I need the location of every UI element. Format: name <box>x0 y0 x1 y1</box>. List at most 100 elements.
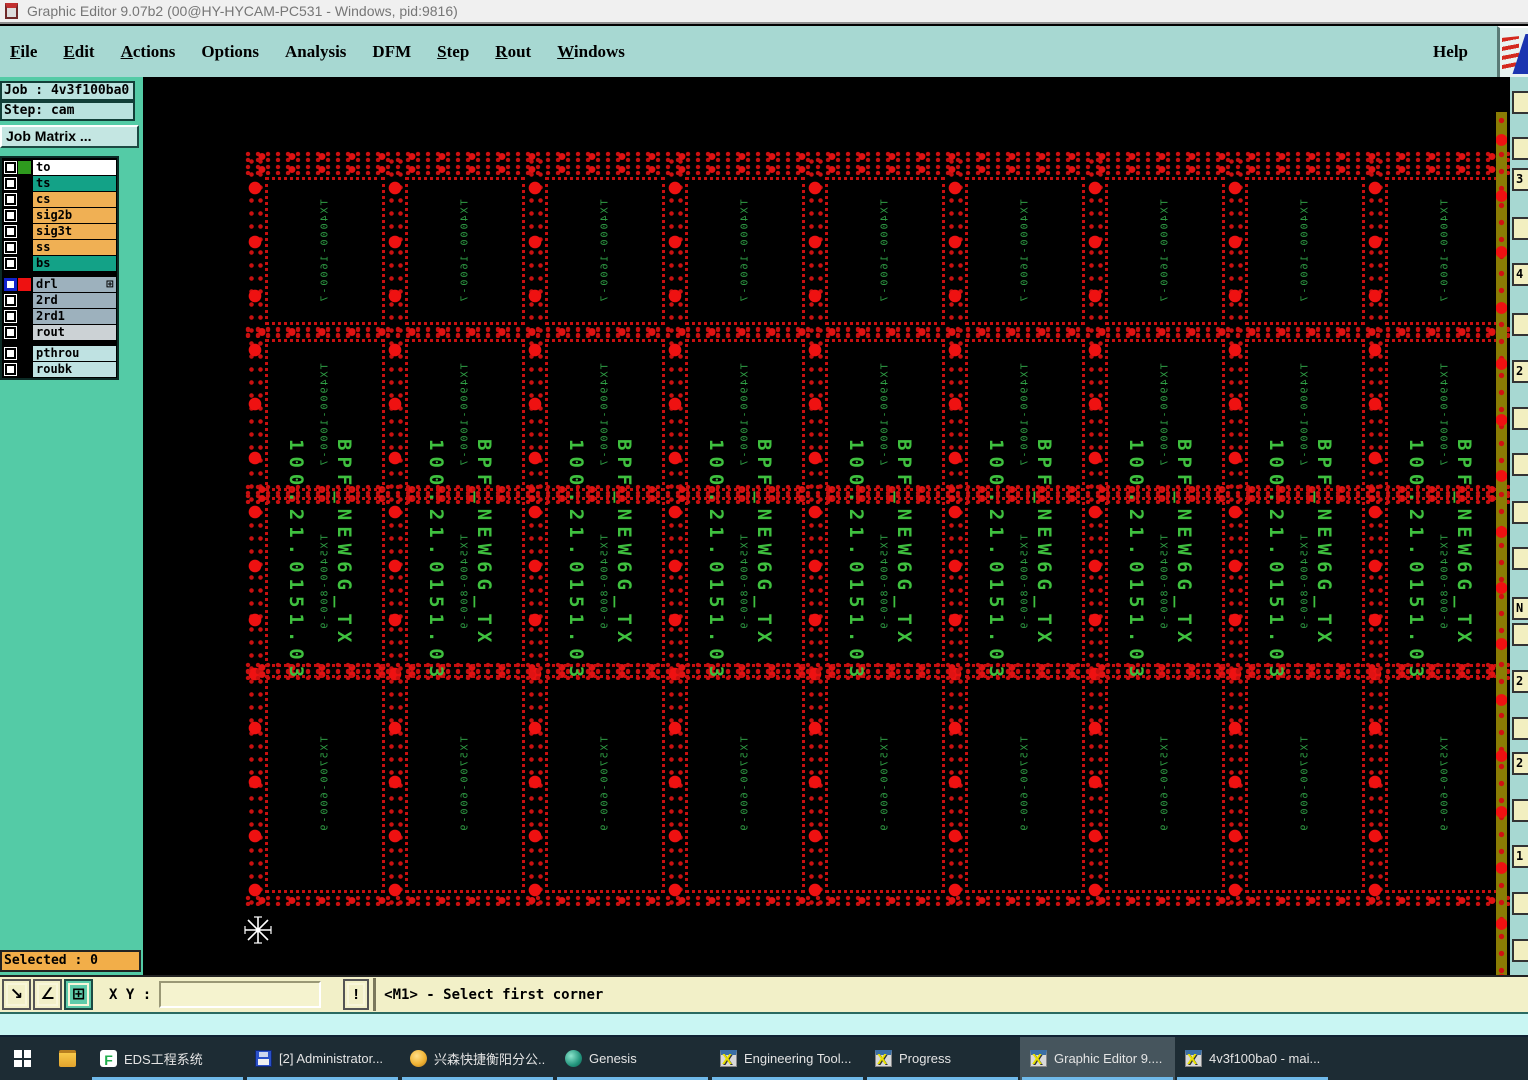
layer-name-pthrou[interactable]: pthrou <box>33 345 116 361</box>
menu-help[interactable]: Help <box>1433 42 1468 62</box>
taskbar-item-genesis[interactable]: Genesis <box>555 1037 710 1080</box>
pcb-cell[interactable]: TX4000-1600-7 <box>405 177 525 325</box>
pcb-cell[interactable]: TX5400-800-9 <box>545 497 665 667</box>
menu-actions[interactable]: Actions <box>121 42 176 62</box>
layer-name-sig2b[interactable]: sig2b <box>33 207 116 223</box>
right-toolbar-partial-box[interactable] <box>1512 217 1528 240</box>
pcb-cell[interactable]: TX5700-600-9 <box>1245 675 1365 893</box>
layer-checkbox-2rd1[interactable] <box>4 309 17 323</box>
pcb-cell[interactable]: TX4000-1600-7 <box>825 177 945 325</box>
layer-checkbox-sig3t[interactable] <box>4 224 17 238</box>
right-toolbar-partial-button[interactable]: 2 <box>1512 670 1528 693</box>
pcb-cell[interactable]: TX5400-800-9 <box>1105 497 1225 667</box>
pcb-cell[interactable]: TX4000-1600-7 <box>685 177 805 325</box>
right-toolbar-partial-button[interactable]: 3 <box>1512 168 1528 191</box>
menu-edit[interactable]: Edit <box>63 42 94 62</box>
pcb-cell[interactable]: TX5400-800-9 <box>1385 497 1505 667</box>
taskbar-item-progress[interactable]: Progress <box>865 1037 1020 1080</box>
layer-name-rout[interactable]: rout <box>33 324 116 340</box>
alert-button[interactable]: ! <box>343 979 370 1010</box>
layer-checkbox-sig2b[interactable] <box>4 208 17 222</box>
layer-name-sig3t[interactable]: sig3t <box>33 223 116 239</box>
layer-name-roubk[interactable]: roubk <box>33 361 116 377</box>
pcb-cell[interactable]: TX5400-800-9 <box>685 497 805 667</box>
taskbar-item-4v3f100ba0[interactable]: 4v3f100ba0 - mai... <box>1175 1037 1330 1080</box>
layer-checkbox-roubk[interactable] <box>4 362 17 376</box>
pcb-cell[interactable]: TX4000-1600-7 <box>1385 177 1505 325</box>
pcb-cell[interactable]: TX4000-1600-7 <box>1105 177 1225 325</box>
pcb-cell[interactable]: TX4900-1000-7 <box>965 339 1085 491</box>
right-toolbar-partial-button[interactable]: 1 <box>1512 845 1528 868</box>
pcb-cell[interactable]: TX4900-1000-7 <box>1245 339 1365 491</box>
right-toolbar-partial-button[interactable]: 2 <box>1512 752 1528 775</box>
taskbar-item-engineering-tool[interactable]: Engineering Tool... <box>710 1037 865 1080</box>
taskbar-item-administrator[interactable]: [2] Administrator... <box>245 1037 400 1080</box>
pcb-cell[interactable]: TX4000-1600-7 <box>965 177 1085 325</box>
layer-checkbox-pthrou[interactable] <box>4 346 17 360</box>
layer-checkbox-ss[interactable] <box>4 240 17 254</box>
pcb-cell[interactable]: TX4000-1600-7 <box>265 177 385 325</box>
menu-rout[interactable]: Rout <box>495 42 531 62</box>
pcb-cell[interactable]: TX4900-1000-7 <box>1385 339 1505 491</box>
job-matrix-button[interactable]: Job Matrix ... <box>0 125 139 148</box>
pcb-cell[interactable]: TX5700-600-9 <box>405 675 525 893</box>
pan-zoom-button[interactable]: ↘ <box>2 979 31 1010</box>
layer-name-ss[interactable]: ss <box>33 239 116 255</box>
right-toolbar-partial-box[interactable] <box>1512 799 1528 822</box>
pcb-cell[interactable]: TX5700-600-9 <box>545 675 665 893</box>
pcb-cell[interactable]: TX5400-800-9 <box>1245 497 1365 667</box>
right-toolbar-partial-box[interactable] <box>1512 137 1528 160</box>
pcb-cell[interactable]: TX4000-1600-7 <box>545 177 665 325</box>
layer-name-2rd[interactable]: 2rd <box>33 292 116 308</box>
right-toolbar-partial-box[interactable] <box>1512 91 1528 114</box>
right-toolbar-partial-box[interactable] <box>1512 501 1528 524</box>
layer-checkbox-drl[interactable] <box>4 277 17 291</box>
right-toolbar-partial-button[interactable]: 4 <box>1512 263 1528 286</box>
pcb-cell[interactable]: TX4900-1000-7 <box>405 339 525 491</box>
pcb-cell[interactable]: TX5700-600-9 <box>685 675 805 893</box>
pcb-cell[interactable]: TX4900-1000-7 <box>1105 339 1225 491</box>
layer-name-cs[interactable]: cs <box>33 191 116 207</box>
right-toolbar-partial-box[interactable] <box>1512 453 1528 476</box>
layer-checkbox-to[interactable] <box>4 160 17 174</box>
pcb-cell[interactable]: TX4900-1000-7 <box>545 339 665 491</box>
measure-button[interactable]: ∠ <box>33 979 62 1010</box>
layer-checkbox-2rd[interactable] <box>4 293 17 307</box>
layer-checkbox-bs[interactable] <box>4 256 17 270</box>
menu-file[interactable]: File <box>10 42 37 62</box>
pcb-cell[interactable]: TX5400-800-9 <box>265 497 385 667</box>
taskbar-item-explorer[interactable] <box>45 1037 90 1080</box>
right-toolbar-partial-box[interactable] <box>1512 892 1528 915</box>
layer-name-bs[interactable]: bs <box>33 255 116 271</box>
pcb-cell[interactable]: TX4900-1000-7 <box>825 339 945 491</box>
taskbar-item-eds[interactable]: EDS工程系统 <box>90 1037 245 1080</box>
layer-name-2rd1[interactable]: 2rd1 <box>33 308 116 324</box>
right-toolbar-partial-button[interactable]: N <box>1512 597 1528 620</box>
menu-windows[interactable]: Windows <box>557 42 625 62</box>
pcb-cell[interactable]: TX5700-600-9 <box>265 675 385 893</box>
right-toolbar-partial-box[interactable] <box>1512 547 1528 570</box>
menu-options[interactable]: Options <box>201 42 259 62</box>
start-button[interactable] <box>0 1037 45 1080</box>
right-toolbar-partial-box[interactable] <box>1512 313 1528 336</box>
pcb-cell[interactable]: TX4000-1600-7 <box>1245 177 1365 325</box>
xy-input[interactable] <box>159 981 322 1008</box>
layer-checkbox-rout[interactable] <box>4 325 17 339</box>
pcb-cell[interactable]: TX5400-800-9 <box>965 497 1085 667</box>
pcb-canvas[interactable]: TX4000-1600-7 TX4900-1000-7 TX5400-800-9 TX… <box>143 77 1510 975</box>
tile-windows-button[interactable]: ⊞ <box>64 979 93 1010</box>
pcb-cell[interactable]: TX4900-1000-7 <box>265 339 385 491</box>
taskbar-item-graphic-editor[interactable]: Graphic Editor 9.... <box>1020 1037 1175 1080</box>
menu-dfm[interactable]: DFM <box>372 42 411 62</box>
layer-checkbox-cs[interactable] <box>4 192 17 206</box>
right-toolbar-partial-box[interactable] <box>1512 717 1528 740</box>
right-toolbar-partial-box[interactable] <box>1512 623 1528 646</box>
pcb-cell[interactable]: TX4900-1000-7 <box>685 339 805 491</box>
right-toolbar-partial-box[interactable] <box>1512 407 1528 430</box>
layer-name-drl[interactable]: drl ⊞ <box>33 276 116 292</box>
pcb-cell[interactable]: TX5700-600-9 <box>825 675 945 893</box>
right-toolbar-partial-box[interactable] <box>1512 939 1528 962</box>
pcb-cell[interactable]: TX5700-600-9 <box>1385 675 1505 893</box>
pcb-cell[interactable]: TX5400-800-9 <box>405 497 525 667</box>
pcb-cell[interactable]: TX5700-600-9 <box>965 675 1085 893</box>
